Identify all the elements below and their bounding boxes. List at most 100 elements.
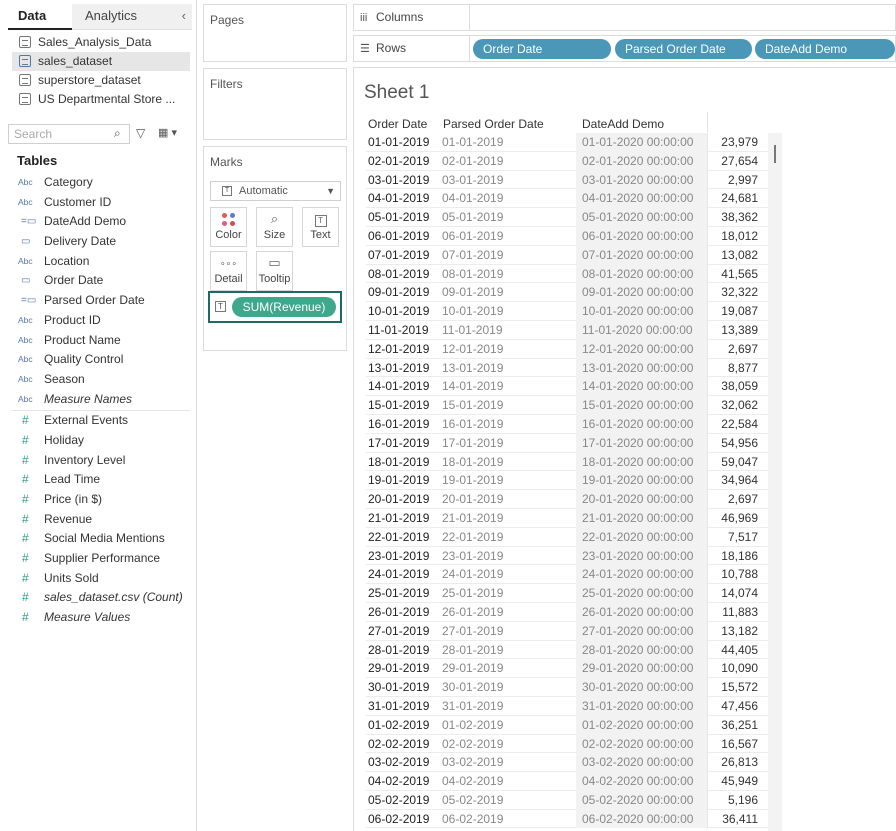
order-date-cell[interactable]: 08-01-2019	[368, 265, 440, 284]
mark-type-select[interactable]: T Automatic ▼	[210, 181, 341, 201]
parsed-date-cell[interactable]: 31-01-2019	[442, 697, 576, 716]
revenue-cell[interactable]: 18,186	[707, 546, 758, 566]
order-date-cell[interactable]: 07-01-2019	[368, 246, 440, 265]
dateadd-cell[interactable]: 03-02-2020 00:00:00	[576, 753, 707, 773]
revenue-cell[interactable]: 38,059	[707, 377, 758, 397]
parsed-date-cell[interactable]: 12-01-2019	[442, 340, 576, 359]
order-date-cell[interactable]: 28-01-2019	[368, 641, 440, 660]
order-date-cell[interactable]: 26-01-2019	[368, 603, 440, 622]
order-date-cell[interactable]: 27-01-2019	[368, 622, 440, 641]
revenue-cell[interactable]: 54,956	[707, 433, 758, 453]
revenue-cell[interactable]: 36,411	[707, 809, 758, 829]
revenue-cell[interactable]: 34,964	[707, 471, 758, 491]
parsed-date-cell[interactable]: 09-01-2019	[442, 283, 576, 302]
order-date-cell[interactable]: 17-01-2019	[368, 434, 440, 453]
revenue-cell[interactable]: 10,090	[707, 659, 758, 679]
dateadd-cell[interactable]: 18-01-2020 00:00:00	[576, 452, 707, 472]
revenue-cell[interactable]: 22,584	[707, 414, 758, 434]
order-date-cell[interactable]: 01-02-2019	[368, 716, 440, 735]
parsed-date-cell[interactable]: 08-01-2019	[442, 265, 576, 284]
field-item[interactable]: Abc Customer ID	[0, 193, 196, 213]
field-item[interactable]: # Lead Time	[0, 470, 196, 490]
revenue-cell[interactable]: 2,997	[707, 170, 758, 190]
order-date-cell[interactable]: 05-02-2019	[368, 791, 440, 810]
dateadd-cell[interactable]: 29-01-2020 00:00:00	[576, 659, 707, 679]
revenue-cell[interactable]: 41,565	[707, 264, 758, 284]
revenue-cell[interactable]: 13,182	[707, 621, 758, 641]
dateadd-cell[interactable]: 02-02-2020 00:00:00	[576, 734, 707, 754]
order-date-cell[interactable]: 31-01-2019	[368, 697, 440, 716]
field-item[interactable]: Abc Product ID	[0, 311, 196, 331]
header-parsed-order-date[interactable]: Parsed Order Date	[443, 116, 544, 132]
dateadd-cell[interactable]: 24-01-2020 00:00:00	[576, 565, 707, 585]
order-date-cell[interactable]: 02-02-2019	[368, 735, 440, 754]
search-input[interactable]	[8, 124, 130, 144]
dateadd-cell[interactable]: 31-01-2020 00:00:00	[576, 696, 707, 716]
field-item[interactable]: Abc Location	[0, 252, 196, 272]
parsed-date-cell[interactable]: 05-01-2019	[442, 208, 576, 227]
rows-pill-parsed-order-date[interactable]: Parsed Order Date	[615, 39, 752, 59]
parsed-date-cell[interactable]: 25-01-2019	[442, 584, 576, 603]
dateadd-cell[interactable]: 09-01-2020 00:00:00	[576, 283, 707, 303]
vertical-scrollbar[interactable]	[768, 133, 782, 831]
dateadd-cell[interactable]: 05-01-2020 00:00:00	[576, 208, 707, 227]
parsed-date-cell[interactable]: 16-01-2019	[442, 415, 576, 434]
dateadd-cell[interactable]: 08-01-2020 00:00:00	[576, 264, 707, 284]
field-item[interactable]: =▭ DateAdd Demo	[0, 212, 196, 232]
order-date-cell[interactable]: 16-01-2019	[368, 415, 440, 434]
parsed-date-cell[interactable]: 03-01-2019	[442, 171, 576, 190]
revenue-cell[interactable]: 10,788	[707, 565, 758, 585]
dateadd-cell[interactable]: 10-01-2020 00:00:00	[576, 302, 707, 321]
parsed-date-cell[interactable]: 10-01-2019	[442, 302, 576, 321]
parsed-date-cell[interactable]: 07-01-2019	[442, 246, 576, 265]
order-date-cell[interactable]: 24-01-2019	[368, 565, 440, 584]
field-item[interactable]: # Social Media Mentions	[0, 529, 196, 549]
color-button[interactable]: Color	[210, 207, 247, 247]
dateadd-cell[interactable]: 04-01-2020 00:00:00	[576, 189, 707, 209]
tooltip-button[interactable]: ▭ Tooltip	[256, 251, 293, 291]
dateadd-cell[interactable]: 19-01-2020 00:00:00	[576, 471, 707, 491]
data-source-item[interactable]: Sales_Analysis_Data	[12, 33, 190, 52]
parsed-date-cell[interactable]: 26-01-2019	[442, 603, 576, 622]
filters-card[interactable]: Filters	[203, 68, 347, 140]
order-date-cell[interactable]: 06-01-2019	[368, 227, 440, 246]
sheet-title[interactable]: Sheet 1	[364, 82, 430, 104]
size-button[interactable]: ⌕ Size	[256, 207, 293, 247]
dateadd-cell[interactable]: 16-01-2020 00:00:00	[576, 414, 707, 434]
parsed-date-cell[interactable]: 03-02-2019	[442, 753, 576, 772]
order-date-cell[interactable]: 04-01-2019	[368, 189, 440, 208]
revenue-cell[interactable]: 38,362	[707, 208, 758, 227]
parsed-date-cell[interactable]: 01-02-2019	[442, 716, 576, 735]
revenue-cell[interactable]: 36,251	[707, 715, 758, 735]
chevron-left-icon[interactable]: ‹	[182, 4, 186, 28]
parsed-date-cell[interactable]: 05-02-2019	[442, 791, 576, 810]
order-date-cell[interactable]: 03-02-2019	[368, 753, 440, 772]
revenue-cell[interactable]: 11,883	[707, 602, 758, 622]
parsed-date-cell[interactable]: 15-01-2019	[442, 396, 576, 415]
order-date-cell[interactable]: 12-01-2019	[368, 340, 440, 359]
tab-analytics[interactable]: Analytics ‹	[72, 4, 192, 30]
dateadd-cell[interactable]: 30-01-2020 00:00:00	[576, 678, 707, 697]
revenue-cell[interactable]: 47,456	[707, 696, 758, 716]
order-date-cell[interactable]: 10-01-2019	[368, 302, 440, 321]
parsed-date-cell[interactable]: 02-02-2019	[442, 735, 576, 754]
field-item[interactable]: # Inventory Level	[0, 451, 196, 471]
revenue-cell[interactable]: 27,654	[707, 151, 758, 171]
dateadd-cell[interactable]: 28-01-2020 00:00:00	[576, 640, 707, 660]
columns-shelf[interactable]: iii Columns	[353, 4, 896, 31]
dateadd-cell[interactable]: 15-01-2020 00:00:00	[576, 396, 707, 415]
text-button[interactable]: T Text	[302, 207, 339, 247]
dateadd-cell[interactable]: 02-01-2020 00:00:00	[576, 151, 707, 171]
field-item[interactable]: Abc Season	[0, 370, 196, 390]
field-item[interactable]: # Revenue	[0, 510, 196, 530]
parsed-date-cell[interactable]: 13-01-2019	[442, 359, 576, 378]
parsed-date-cell[interactable]: 29-01-2019	[442, 659, 576, 678]
revenue-cell[interactable]: 19,087	[707, 302, 758, 321]
revenue-cell[interactable]: 13,082	[707, 245, 758, 265]
filter-icon[interactable]: ▽	[136, 126, 145, 140]
parsed-date-cell[interactable]: 06-02-2019	[442, 810, 576, 829]
revenue-cell[interactable]: 7,517	[707, 527, 758, 547]
revenue-cell[interactable]: 18,012	[707, 226, 758, 246]
revenue-cell[interactable]: 45,949	[707, 772, 758, 791]
revenue-cell[interactable]: 8,877	[707, 358, 758, 378]
